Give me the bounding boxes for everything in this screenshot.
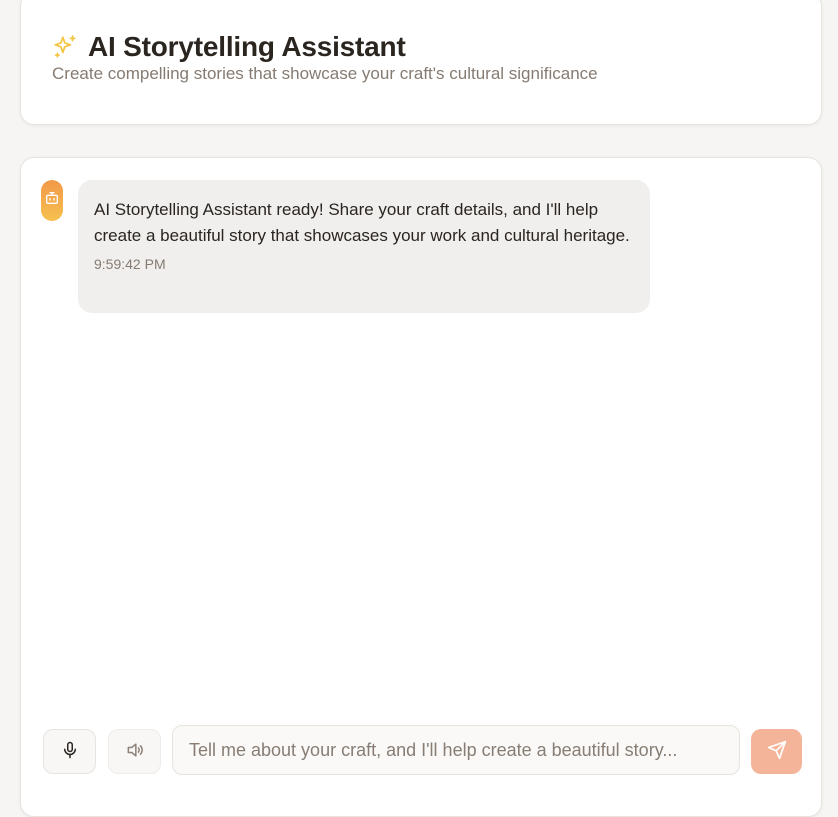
header-card: AI Storytelling Assistant Create compell… (20, 0, 822, 125)
sparkles-icon (52, 34, 78, 60)
page-subtitle: Create compelling stories that showcase … (52, 64, 598, 83)
send-icon (767, 740, 787, 763)
mic-button[interactable] (43, 729, 96, 774)
send-button[interactable] (751, 729, 802, 774)
page-title: AI Storytelling Assistant (88, 31, 406, 62)
message-input[interactable] (172, 725, 740, 775)
message-timestamp: 9:59:42 PM (94, 256, 166, 272)
bot-avatar (41, 180, 63, 221)
speaker-button[interactable] (108, 729, 161, 774)
microphone-icon (61, 741, 79, 762)
message-text: AI Storytelling Assistant ready! Share y… (94, 200, 630, 245)
bot-icon (44, 190, 60, 211)
title-row: AI Storytelling Assistant (52, 31, 406, 63)
speaker-icon (125, 740, 145, 763)
assistant-message-bubble: AI Storytelling Assistant ready! Share y… (78, 180, 650, 313)
chat-panel: AI Storytelling Assistant ready! Share y… (20, 157, 822, 817)
